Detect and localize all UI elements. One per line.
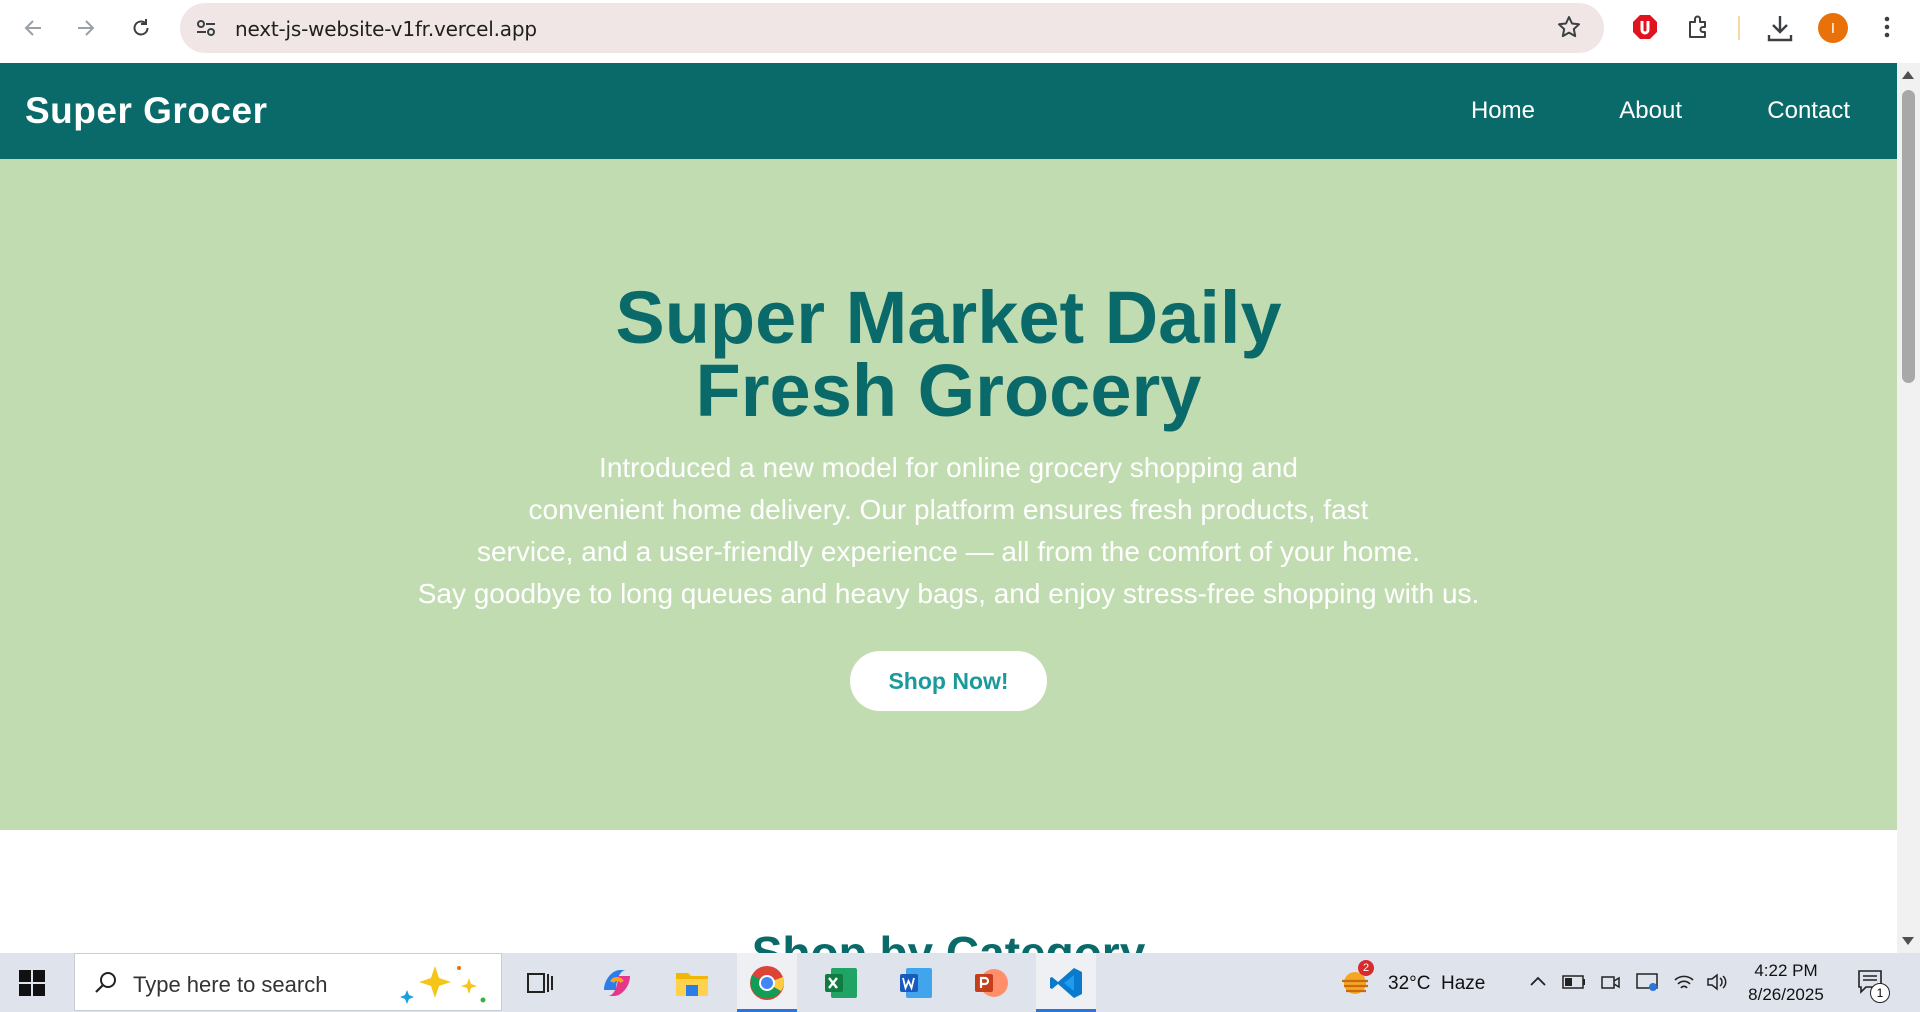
search-placeholder: Type here to search bbox=[133, 972, 328, 997]
menu-dots-icon[interactable] bbox=[1875, 13, 1899, 46]
site-brand[interactable]: Super Grocer bbox=[25, 90, 267, 132]
search-icon bbox=[93, 970, 119, 1001]
address-bar[interactable]: next-js-website-v1fr.vercel.app bbox=[180, 3, 1604, 53]
display-icon[interactable] bbox=[1635, 971, 1659, 998]
downloads-icon[interactable] bbox=[1765, 13, 1795, 48]
taskbar: Type here to search 2 32°C Haze 4:22 PM … bbox=[0, 953, 1920, 1012]
hero-title: Super Market Daily Fresh Grocery bbox=[0, 281, 1897, 428]
volume-icon[interactable] bbox=[1705, 971, 1729, 998]
hero-title-line2: Fresh Grocery bbox=[695, 349, 1202, 432]
hero-desc-line: Say goodbye to long queues and heavy bag… bbox=[417, 578, 1480, 609]
wifi-icon[interactable] bbox=[1672, 971, 1696, 998]
powerpoint-icon[interactable] bbox=[961, 953, 1021, 1012]
hero-title-line1: Super Market Daily bbox=[615, 276, 1282, 359]
browser-toolbar: next-js-website-v1fr.vercel.app I bbox=[0, 0, 1920, 63]
weather-badge: 2 bbox=[1358, 960, 1374, 976]
hero-desc-line: Introduced a new model for online grocer… bbox=[599, 452, 1298, 483]
nav-link-contact[interactable]: Contact bbox=[1767, 97, 1850, 125]
weather-text[interactable]: 32°C Haze bbox=[1388, 973, 1485, 995]
clock-time: 4:22 PM bbox=[1754, 961, 1818, 980]
chevron-up-icon[interactable] bbox=[1528, 973, 1548, 994]
site-header: Super Grocer Home About Contact bbox=[0, 63, 1897, 159]
site-settings-icon[interactable] bbox=[194, 16, 218, 45]
taskbar-clock[interactable]: 4:22 PM 8/26/2025 bbox=[1738, 959, 1834, 1007]
nav-link-home[interactable]: Home bbox=[1471, 97, 1535, 125]
scroll-up-arrow-icon[interactable] bbox=[1902, 71, 1914, 79]
chrome-icon[interactable] bbox=[737, 953, 797, 1012]
shop-now-button[interactable]: Shop Now! bbox=[850, 651, 1047, 711]
copilot-sparkle-icon bbox=[395, 962, 495, 1011]
copilot-icon[interactable] bbox=[587, 953, 647, 1012]
meet-now-icon[interactable] bbox=[1600, 972, 1622, 997]
bookmark-star-icon[interactable] bbox=[1556, 14, 1582, 45]
scrollbar-thumb[interactable] bbox=[1902, 90, 1915, 383]
toolbar-divider bbox=[1738, 16, 1740, 40]
notification-count-badge: 1 bbox=[1870, 983, 1890, 1003]
nav-link-about[interactable]: About bbox=[1619, 97, 1682, 125]
clock-date: 8/26/2025 bbox=[1748, 985, 1824, 1004]
scroll-down-arrow-icon[interactable] bbox=[1902, 937, 1914, 945]
battery-icon[interactable] bbox=[1562, 975, 1586, 994]
forward-arrow-icon[interactable] bbox=[68, 10, 104, 46]
file-explorer-icon[interactable] bbox=[662, 953, 722, 1012]
adblock-extension-icon[interactable] bbox=[1631, 13, 1659, 46]
hero-desc-line: convenient home delivery. Our platform e… bbox=[528, 494, 1369, 525]
extensions-puzzle-icon[interactable] bbox=[1685, 13, 1713, 46]
vscode-icon[interactable] bbox=[1036, 953, 1096, 1012]
task-view-icon[interactable] bbox=[510, 953, 570, 1012]
back-arrow-icon[interactable] bbox=[15, 10, 51, 46]
url-text[interactable]: next-js-website-v1fr.vercel.app bbox=[235, 17, 537, 41]
windows-start-icon[interactable] bbox=[18, 969, 46, 1002]
taskbar-search-box[interactable]: Type here to search bbox=[74, 953, 502, 1011]
section-title: Shop by Category bbox=[751, 927, 1146, 953]
profile-avatar[interactable]: I bbox=[1818, 13, 1848, 43]
hero-desc-line: service, and a user-friendly experience … bbox=[476, 536, 1421, 567]
reload-icon[interactable] bbox=[123, 10, 159, 46]
word-icon[interactable] bbox=[886, 953, 946, 1012]
excel-icon[interactable] bbox=[811, 953, 871, 1012]
hero-description: Introduced a new model for online grocer… bbox=[0, 447, 1897, 615]
page-scrollbar[interactable] bbox=[1897, 63, 1920, 953]
hero-section: Super Market Daily Fresh Grocery Introdu… bbox=[0, 159, 1897, 830]
page-viewport: Super Grocer Home About Contact Super Ma… bbox=[0, 63, 1897, 953]
